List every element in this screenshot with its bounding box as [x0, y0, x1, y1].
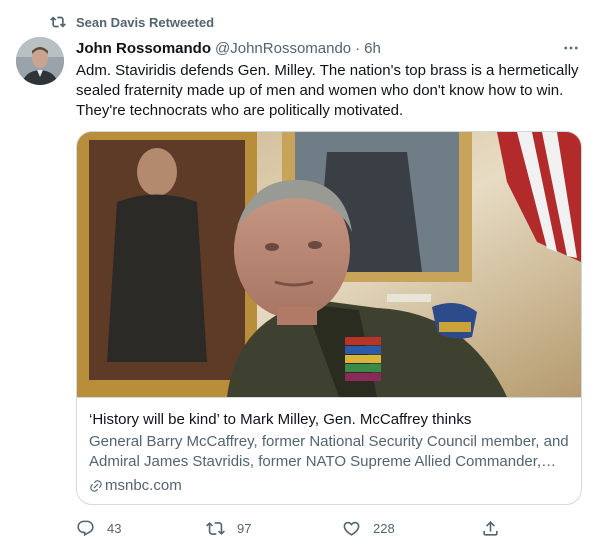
- retweet-context-label: Sean Davis Retweeted: [76, 14, 215, 30]
- link-icon: [90, 480, 102, 492]
- link-card[interactable]: ‘History will be kind’ to Mark Milley, G…: [76, 131, 582, 505]
- card-description: General Barry McCaffrey, former National…: [89, 433, 569, 470]
- avatar[interactable]: [16, 37, 64, 85]
- card-title: ‘History will be kind’ to Mark Milley, G…: [89, 411, 472, 428]
- tweet-header: John Rossomando @JohnRossomando · 6h: [76, 38, 582, 58]
- more-button[interactable]: [560, 38, 582, 58]
- retweet-icon: [50, 16, 66, 28]
- share-button[interactable]: [481, 516, 500, 540]
- card-domain-text: msnbc.com: [105, 477, 182, 494]
- user-avatar-image: [16, 37, 64, 85]
- article-photo-art: [77, 132, 581, 397]
- retweet-context[interactable]: Sean Davis Retweeted: [50, 13, 214, 31]
- more-icon: [564, 46, 578, 50]
- article-photo[interactable]: [77, 132, 581, 397]
- reply-icon: [77, 520, 94, 536]
- reply-button[interactable]: 43: [76, 516, 121, 540]
- reply-count: 43: [107, 520, 122, 536]
- tweet-text: Adm. Staviridis defends Gen. Milley. The…: [76, 62, 579, 119]
- separator: ·: [355, 39, 361, 57]
- share-icon: [483, 520, 498, 536]
- retweet-button[interactable]: 97: [206, 516, 251, 540]
- card-domain: msnbc.com: [89, 476, 569, 496]
- card-body: ‘History will be kind’ to Mark Milley, G…: [77, 397, 581, 496]
- tweet-timestamp[interactable]: 6h: [364, 40, 381, 57]
- retweet-icon: [206, 521, 225, 535]
- author-handle[interactable]: @JohnRossomando: [215, 40, 351, 57]
- like-button[interactable]: 228: [342, 516, 395, 540]
- like-count: 228: [373, 520, 395, 536]
- action-bar: 43 97 228: [76, 516, 506, 540]
- heart-icon: [343, 521, 360, 536]
- retweet-count: 97: [237, 520, 252, 536]
- author-name[interactable]: John Rossomando: [76, 40, 211, 57]
